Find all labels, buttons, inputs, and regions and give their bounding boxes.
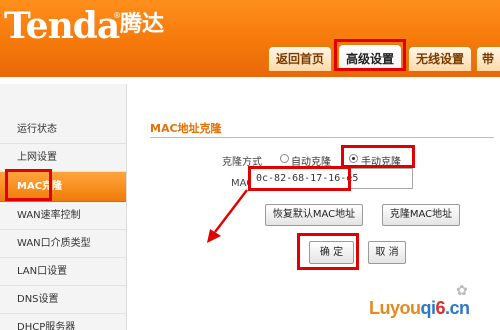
paw-print-icon: ✿ xyxy=(456,283,468,299)
site-watermark: Luyouqi6.cn xyxy=(369,298,470,318)
annotation-arrow xyxy=(207,189,248,243)
